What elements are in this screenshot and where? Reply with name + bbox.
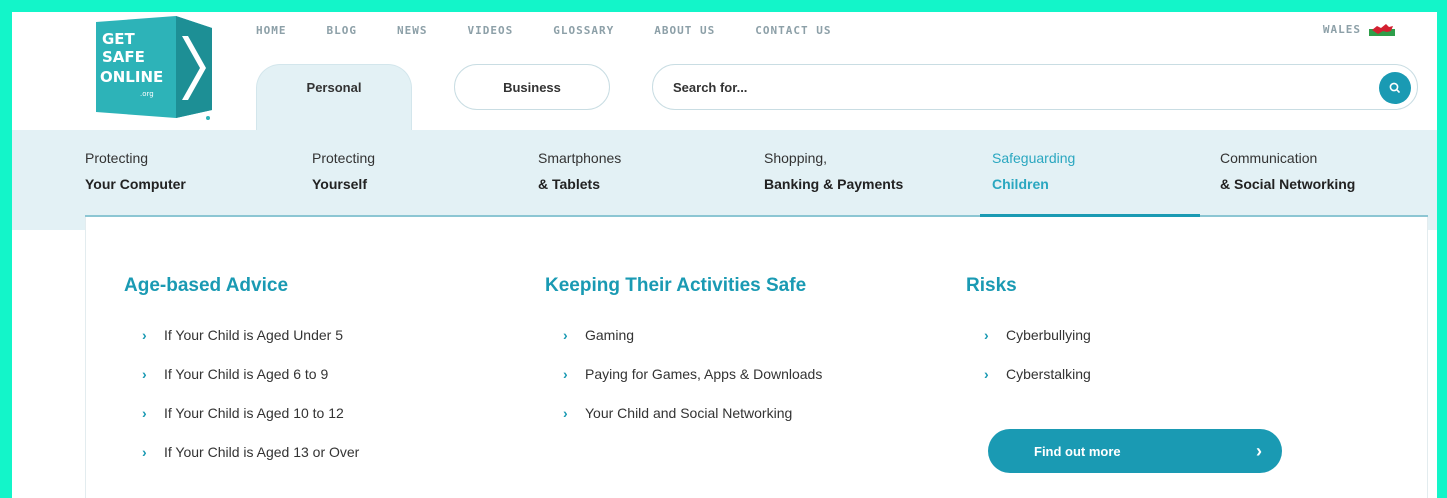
search-button[interactable] bbox=[1379, 72, 1411, 104]
site-header: GET SAFE ONLINE .org HOME BLOG NEWS VIDE… bbox=[12, 12, 1437, 130]
category-line2: & Social Networking bbox=[1220, 176, 1356, 192]
column-age-based-advice: Age-based Advice › If Your Child is Aged … bbox=[124, 275, 504, 483]
category-smartphones-tablets[interactable]: Smartphones & Tablets bbox=[538, 150, 621, 192]
welsh-flag-icon bbox=[1369, 22, 1395, 36]
category-line1: Smartphones bbox=[538, 150, 622, 166]
logo-text-2: SAFE bbox=[102, 48, 145, 66]
category-protecting-your-computer[interactable]: Protecting Your Computer bbox=[85, 150, 186, 192]
chevron-right-icon: › bbox=[142, 327, 147, 343]
search-input[interactable] bbox=[673, 79, 1353, 95]
tab-business[interactable]: Business bbox=[454, 64, 610, 110]
list-item-label: Gaming bbox=[585, 327, 635, 343]
category-communication-social[interactable]: Communication & Social Networking bbox=[1220, 150, 1355, 192]
nav-videos[interactable]: VIDEOS bbox=[468, 24, 514, 37]
list-item-label: Paying for Games, Apps & Downloads bbox=[585, 366, 823, 382]
chevron-right-icon: › bbox=[984, 366, 989, 382]
find-out-more-button[interactable]: Find out more › bbox=[988, 429, 1282, 473]
mega-menu-panel: Age-based Advice › If Your Child is Aged … bbox=[85, 217, 1428, 498]
link-list: › If Your Child is Aged Under 5 › If Your … bbox=[124, 327, 504, 483]
category-line1: Protecting bbox=[85, 150, 149, 166]
top-nav: HOME BLOG NEWS VIDEOS GLOSSARY ABOUT US … bbox=[256, 24, 871, 37]
list-item[interactable]: › Cyberbullying bbox=[966, 327, 1366, 366]
list-item-label: Cyberstalking bbox=[1006, 366, 1091, 382]
nav-glossary[interactable]: GLOSSARY bbox=[553, 24, 614, 37]
region-selector[interactable]: WALES bbox=[1323, 22, 1395, 36]
tab-personal[interactable]: Personal bbox=[256, 64, 412, 130]
column-title: Risks bbox=[966, 275, 1017, 296]
category-line1: Communication bbox=[1220, 150, 1318, 166]
chevron-right-icon: › bbox=[142, 444, 147, 460]
nav-about-us[interactable]: ABOUT US bbox=[654, 24, 715, 37]
list-item[interactable]: › If Your Child is Aged 6 to 9 bbox=[124, 366, 504, 405]
link-list: › Gaming › Paying for Games, Apps & Downlo… bbox=[545, 327, 925, 444]
list-item-label: If Your Child is Aged 6 to 9 bbox=[164, 366, 329, 382]
search-icon bbox=[1389, 82, 1400, 93]
chevron-right-icon: › bbox=[984, 327, 989, 343]
find-out-more-label: Find out more bbox=[1034, 443, 1121, 459]
category-line1: Shopping, bbox=[764, 150, 828, 166]
nav-blog[interactable]: BLOG bbox=[327, 24, 358, 37]
category-line2: Banking & Payments bbox=[764, 176, 904, 192]
tab-personal-label: Personal bbox=[306, 80, 362, 95]
search-box bbox=[652, 64, 1418, 110]
column-title: Age-based Advice bbox=[124, 275, 289, 296]
chevron-right-icon: › bbox=[1256, 440, 1262, 461]
chevron-right-icon: › bbox=[142, 366, 147, 382]
logo-text-mark: .org bbox=[140, 90, 154, 98]
category-line2: Your Computer bbox=[85, 176, 186, 192]
list-item[interactable]: › Gaming bbox=[545, 327, 925, 366]
list-item-label: Cyberbullying bbox=[1006, 327, 1091, 343]
chevron-right-icon: › bbox=[563, 405, 568, 421]
list-item-label: If Your Child is Aged Under 5 bbox=[164, 327, 344, 343]
logo-graphic: GET SAFE ONLINE .org bbox=[96, 16, 212, 120]
chevron-right-icon: › bbox=[563, 366, 568, 382]
category-line1: Protecting bbox=[312, 150, 376, 166]
category-line2: Children bbox=[992, 176, 1049, 192]
nav-contact-us[interactable]: CONTACT US bbox=[755, 24, 831, 37]
category-line2: & Tablets bbox=[538, 176, 600, 192]
site-logo[interactable]: GET SAFE ONLINE .org bbox=[84, 14, 214, 120]
category-line1: Safeguarding bbox=[992, 150, 1076, 166]
column-keeping-activities-safe: Keeping Their Activities Safe › Gaming › P… bbox=[545, 275, 925, 444]
tab-business-label: Business bbox=[503, 79, 561, 95]
column-risks: Risks › Cyberbullying › Cyberstalking bbox=[966, 275, 1366, 405]
page-frame: GET SAFE ONLINE .org HOME BLOG NEWS VIDE… bbox=[12, 12, 1437, 498]
category-safeguarding-children[interactable]: Safeguarding Children bbox=[992, 150, 1075, 192]
chevron-right-icon: › bbox=[563, 327, 568, 343]
list-item[interactable]: › Cyberstalking bbox=[966, 366, 1366, 405]
list-item-label: Your Child and Social Networking bbox=[585, 405, 793, 421]
category-shopping-banking[interactable]: Shopping, Banking & Payments bbox=[764, 150, 903, 192]
nav-home[interactable]: HOME bbox=[256, 24, 287, 37]
list-item[interactable]: › If Your Child is Aged 10 to 12 bbox=[124, 405, 504, 444]
category-protecting-yourself[interactable]: Protecting Yourself bbox=[312, 150, 375, 192]
list-item[interactable]: › If Your Child is Aged Under 5 bbox=[124, 327, 504, 366]
logo-text-1: GET bbox=[102, 30, 136, 48]
logo-text-3: ONLINE bbox=[100, 68, 163, 86]
nav-news[interactable]: NEWS bbox=[397, 24, 428, 37]
list-item-label: If Your Child is Aged 10 to 12 bbox=[164, 405, 344, 421]
list-item-label: If Your Child is Aged 13 or Over bbox=[164, 444, 360, 460]
list-item[interactable]: › Paying for Games, Apps & Downloads bbox=[545, 366, 925, 405]
list-item[interactable]: › If Your Child is Aged 13 or Over bbox=[124, 444, 504, 483]
link-list: › Cyberbullying › Cyberstalking bbox=[966, 327, 1366, 405]
region-label: WALES bbox=[1322, 22, 1361, 36]
column-title: Keeping Their Activities Safe bbox=[545, 275, 807, 296]
chevron-right-icon: › bbox=[142, 405, 147, 421]
list-item[interactable]: › Your Child and Social Networking bbox=[545, 405, 925, 444]
category-line2: Yourself bbox=[312, 176, 367, 192]
